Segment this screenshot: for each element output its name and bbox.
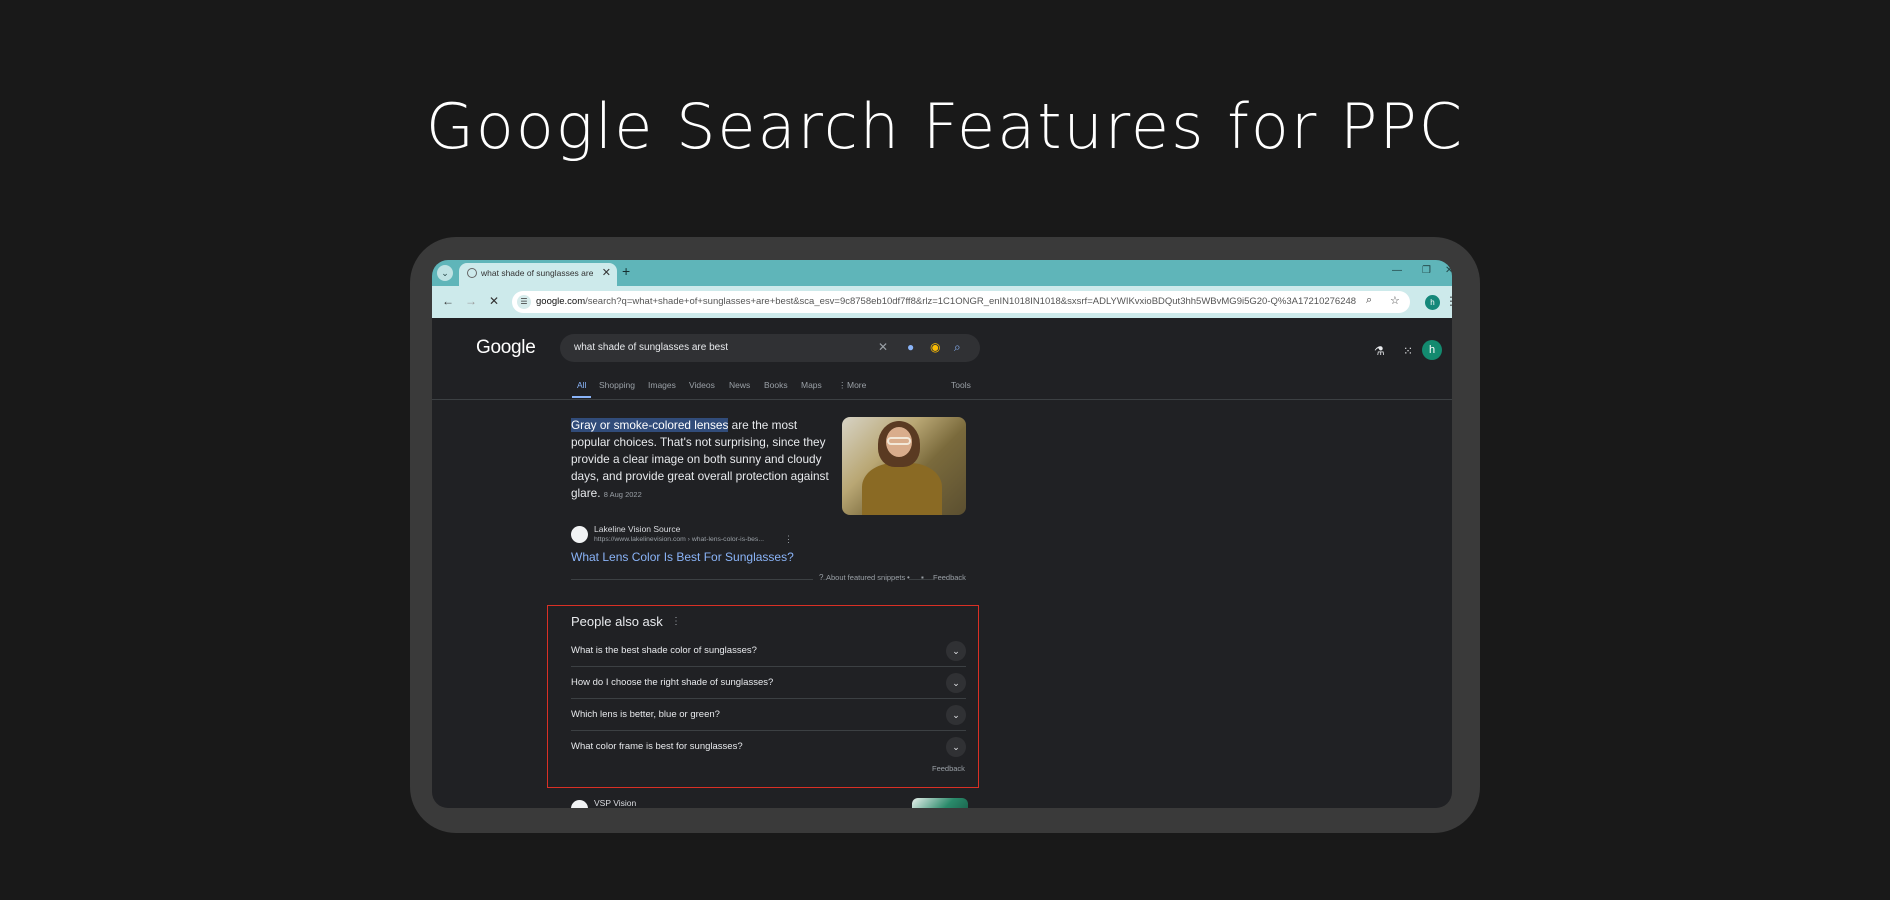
device-frame: ⌄ what shade of sunglasses are best - Go… (410, 237, 1480, 833)
source-name[interactable]: Lakeline Vision Source (594, 524, 680, 534)
source-url[interactable]: https://www.lakelinevision.com › what-le… (594, 536, 764, 543)
google-account-avatar[interactable]: h (1422, 340, 1442, 360)
tab-title: what shade of sunglasses are best - Goog… (481, 268, 593, 278)
next-result-thumbnail[interactable] (912, 798, 968, 808)
chevron-down-icon[interactable]: ⌄ (946, 673, 966, 693)
new-tab-icon[interactable]: + (622, 263, 630, 279)
tab-images[interactable]: Images (648, 380, 676, 390)
active-tab-indicator (572, 396, 591, 398)
browser-tab[interactable]: what shade of sunglasses are best - Goog… (459, 263, 617, 286)
chevron-down-icon[interactable]: ⌄ (946, 705, 966, 725)
next-result-favicon (571, 800, 588, 808)
result-title-link[interactable]: What Lens Color Is Best For Sunglasses? (571, 550, 794, 564)
tab-more[interactable]: More (847, 380, 866, 390)
paa-title: People also ask (571, 614, 663, 629)
search-query: what shade of sunglasses are best (574, 342, 728, 353)
menu-dots-icon[interactable]: ⋮ (1445, 294, 1452, 308)
lens-icon[interactable]: ◉ (930, 340, 940, 354)
feedback-icon: ▪ (921, 573, 924, 582)
paa-question-text: What is the best shade color of sunglass… (571, 645, 757, 656)
source-favicon (571, 526, 588, 543)
bookmark-star-icon[interactable]: ☆ (1390, 294, 1400, 307)
labs-flask-icon[interactable]: ⚗ (1374, 344, 1385, 358)
google-logo[interactable]: Google (476, 337, 536, 359)
paa-question[interactable]: What color frame is best for sunglasses?… (571, 731, 966, 763)
profile-avatar[interactable]: h (1425, 295, 1440, 310)
tab-maps[interactable]: Maps (801, 380, 822, 390)
header-divider (432, 399, 1452, 400)
microphone-icon[interactable]: ● (907, 340, 914, 354)
snippet-date: 8 Aug 2022 (603, 490, 642, 499)
snippet-highlight: Gray or smoke-colored lenses (571, 418, 729, 432)
image-sunglasses (887, 437, 911, 445)
tools-button[interactable]: Tools (951, 380, 971, 390)
close-window-icon[interactable]: ✕ (1445, 265, 1452, 276)
page-title: Google Search Features for PPC (425, 90, 1465, 163)
url-text: google.com/search?q=what+shade+of+sungla… (536, 296, 1356, 307)
more-dots-icon[interactable]: ⋮ (838, 380, 847, 391)
paa-question[interactable]: Which lens is better, blue or green? ⌄ (571, 699, 966, 731)
paa-question[interactable]: How do I choose the right shade of sungl… (571, 667, 966, 699)
snippet-image[interactable] (842, 417, 966, 515)
paa-menu-icon[interactable]: ⋮ (671, 616, 681, 627)
forward-icon[interactable]: → (465, 294, 477, 308)
tab-all[interactable]: All (577, 380, 586, 390)
paa-question[interactable]: What is the best shade color of sunglass… (571, 635, 966, 667)
tab-videos[interactable]: Videos (689, 380, 715, 390)
apps-grid-icon[interactable]: ⁙ (1403, 344, 1413, 358)
tab-search-icon[interactable]: ⌄ (437, 265, 453, 281)
chevron-down-icon[interactable]: ⌄ (946, 737, 966, 757)
next-result-source[interactable]: VSP Vision (594, 798, 636, 808)
snippet-feedback-link[interactable]: Feedback (933, 573, 970, 582)
address-toolbar: ← → ✕ ☰ google.com/search?q=what+shade+o… (432, 286, 1452, 318)
loading-icon (467, 268, 477, 278)
tab-bar: ⌄ what shade of sunglasses are best - Go… (432, 260, 1452, 286)
stop-icon[interactable]: ✕ (489, 294, 499, 308)
tab-shopping[interactable]: Shopping (599, 380, 635, 390)
close-tab-icon[interactable]: ✕ (602, 266, 611, 279)
address-bar[interactable]: ☰ google.com/search?q=what+shade+of+sung… (512, 291, 1410, 313)
separator-dot: • (907, 573, 910, 582)
tab-books[interactable]: Books (764, 380, 788, 390)
search-input[interactable]: what shade of sunglasses are best ✕ ● ◉ … (560, 334, 980, 362)
paa-question-text: What color frame is best for sunglasses? (571, 741, 743, 752)
restore-icon[interactable]: ❐ (1422, 265, 1431, 276)
site-info-icon[interactable]: ☰ (517, 295, 531, 309)
clear-icon[interactable]: ✕ (878, 340, 888, 354)
chevron-down-icon[interactable]: ⌄ (946, 641, 966, 661)
featured-snippet-text: Gray or smoke-colored lenses are the mos… (571, 417, 831, 503)
paa-feedback-link[interactable]: Feedback (932, 764, 965, 773)
image-coat (862, 463, 942, 515)
about-snippets-link[interactable]: About featured snippets (826, 573, 910, 582)
browser-screen: ⌄ what shade of sunglasses are best - Go… (432, 260, 1452, 808)
tab-news[interactable]: News (729, 380, 750, 390)
zoom-icon[interactable]: ⌕ (1366, 294, 1372, 307)
help-icon: ? (813, 573, 824, 582)
minimize-icon[interactable]: — (1392, 265, 1402, 276)
source-menu-icon[interactable]: ⋮ (784, 534, 793, 545)
paa-question-text: Which lens is better, blue or green? (571, 709, 720, 720)
back-icon[interactable]: ← (442, 294, 454, 308)
search-icon[interactable]: ⌕ (954, 340, 961, 355)
paa-question-text: How do I choose the right shade of sungl… (571, 677, 774, 688)
